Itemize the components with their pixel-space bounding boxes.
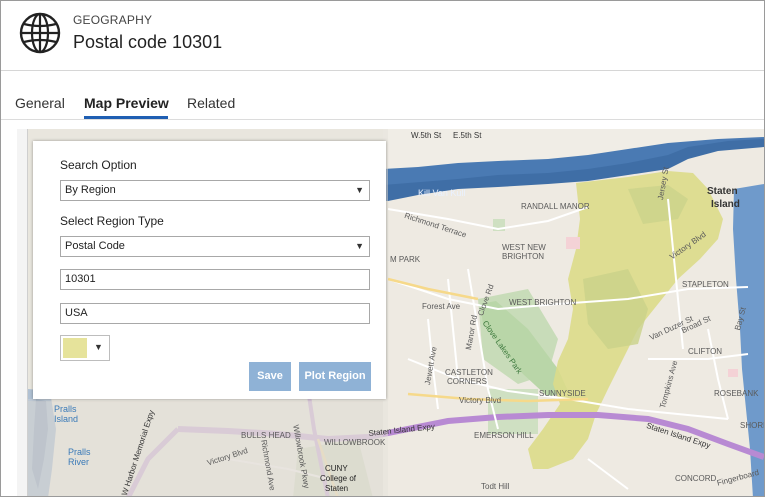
map-label: River [68,457,90,467]
region-type-select[interactable]: Postal Code ▼ [60,236,370,257]
map-label: STAPLETON [682,280,729,289]
map-label: Staten [325,484,349,493]
region-color-picker[interactable]: ▼ [60,335,110,361]
map-label: M PARK [390,255,421,264]
map-label: SHORE [740,421,764,430]
header-divider [1,70,764,71]
region-type-label: Select Region Type [60,214,164,228]
search-option-select[interactable]: By Region ▼ [60,180,370,201]
map-label: Todt Hill [481,482,510,491]
map-label: WEST NEW [502,243,546,252]
tab-general[interactable]: General [15,95,65,111]
country-field[interactable]: USA [60,303,370,324]
map-label: Kill Van Kull [418,188,466,198]
map-label: College of [320,474,357,483]
map-label: CORNERS [447,377,488,386]
color-swatch [63,338,87,358]
map-search-panel: Search Option By Region ▼ Select Region … [33,141,386,399]
map-label: Island [711,199,740,210]
map-label: W.5th St [411,131,442,140]
tab-bar: General Map Preview Related [1,95,764,119]
tab-related[interactable]: Related [187,95,235,111]
chevron-down-icon: ▼ [355,185,364,195]
map-label: Pralls [68,447,91,457]
map-label: SUNNYSIDE [539,389,586,398]
globe-icon [18,11,62,55]
map-label: WEST BRIGHTON [509,298,577,307]
page-title: Postal code 10301 [73,32,223,52]
search-option-value: By Region [65,184,116,196]
tabs-divider [1,119,764,120]
map-label: CUNY [325,464,348,473]
search-option-label: Search Option [60,158,137,172]
chevron-down-icon: ▼ [94,342,103,352]
map-label: Victory Blvd [459,396,502,405]
map-label: Island [54,414,79,424]
map-label: E.5th St [453,131,482,140]
map-label: ROSEBANK [714,389,759,398]
map-scroll-gutter [17,129,28,496]
postal-code-field[interactable]: 10301 [60,269,370,290]
save-button[interactable]: Save [249,362,291,391]
plot-region-button[interactable]: Plot Region [299,362,371,391]
map-label: CONCORD [675,474,717,483]
map-label: RANDALL MANOR [521,202,590,211]
map-label: EMERSON HILL [474,431,534,440]
map-label: CASTLETON [445,368,493,377]
map-label: CLIFTON [688,347,723,356]
map-label: Pralls [54,404,77,414]
tab-map-preview[interactable]: Map Preview [84,95,169,111]
map-label: BRIGHTON [502,252,545,261]
map-label: WILLOWBROOK [324,438,386,447]
entity-type-label: GEOGRAPHY [73,13,153,27]
map-label: Staten [707,186,738,197]
region-type-value: Postal Code [65,240,125,252]
map-label: Forest Ave [422,302,461,311]
app-frame: GEOGRAPHY Postal code 10301 General Map … [0,0,765,497]
chevron-down-icon: ▼ [355,241,364,251]
